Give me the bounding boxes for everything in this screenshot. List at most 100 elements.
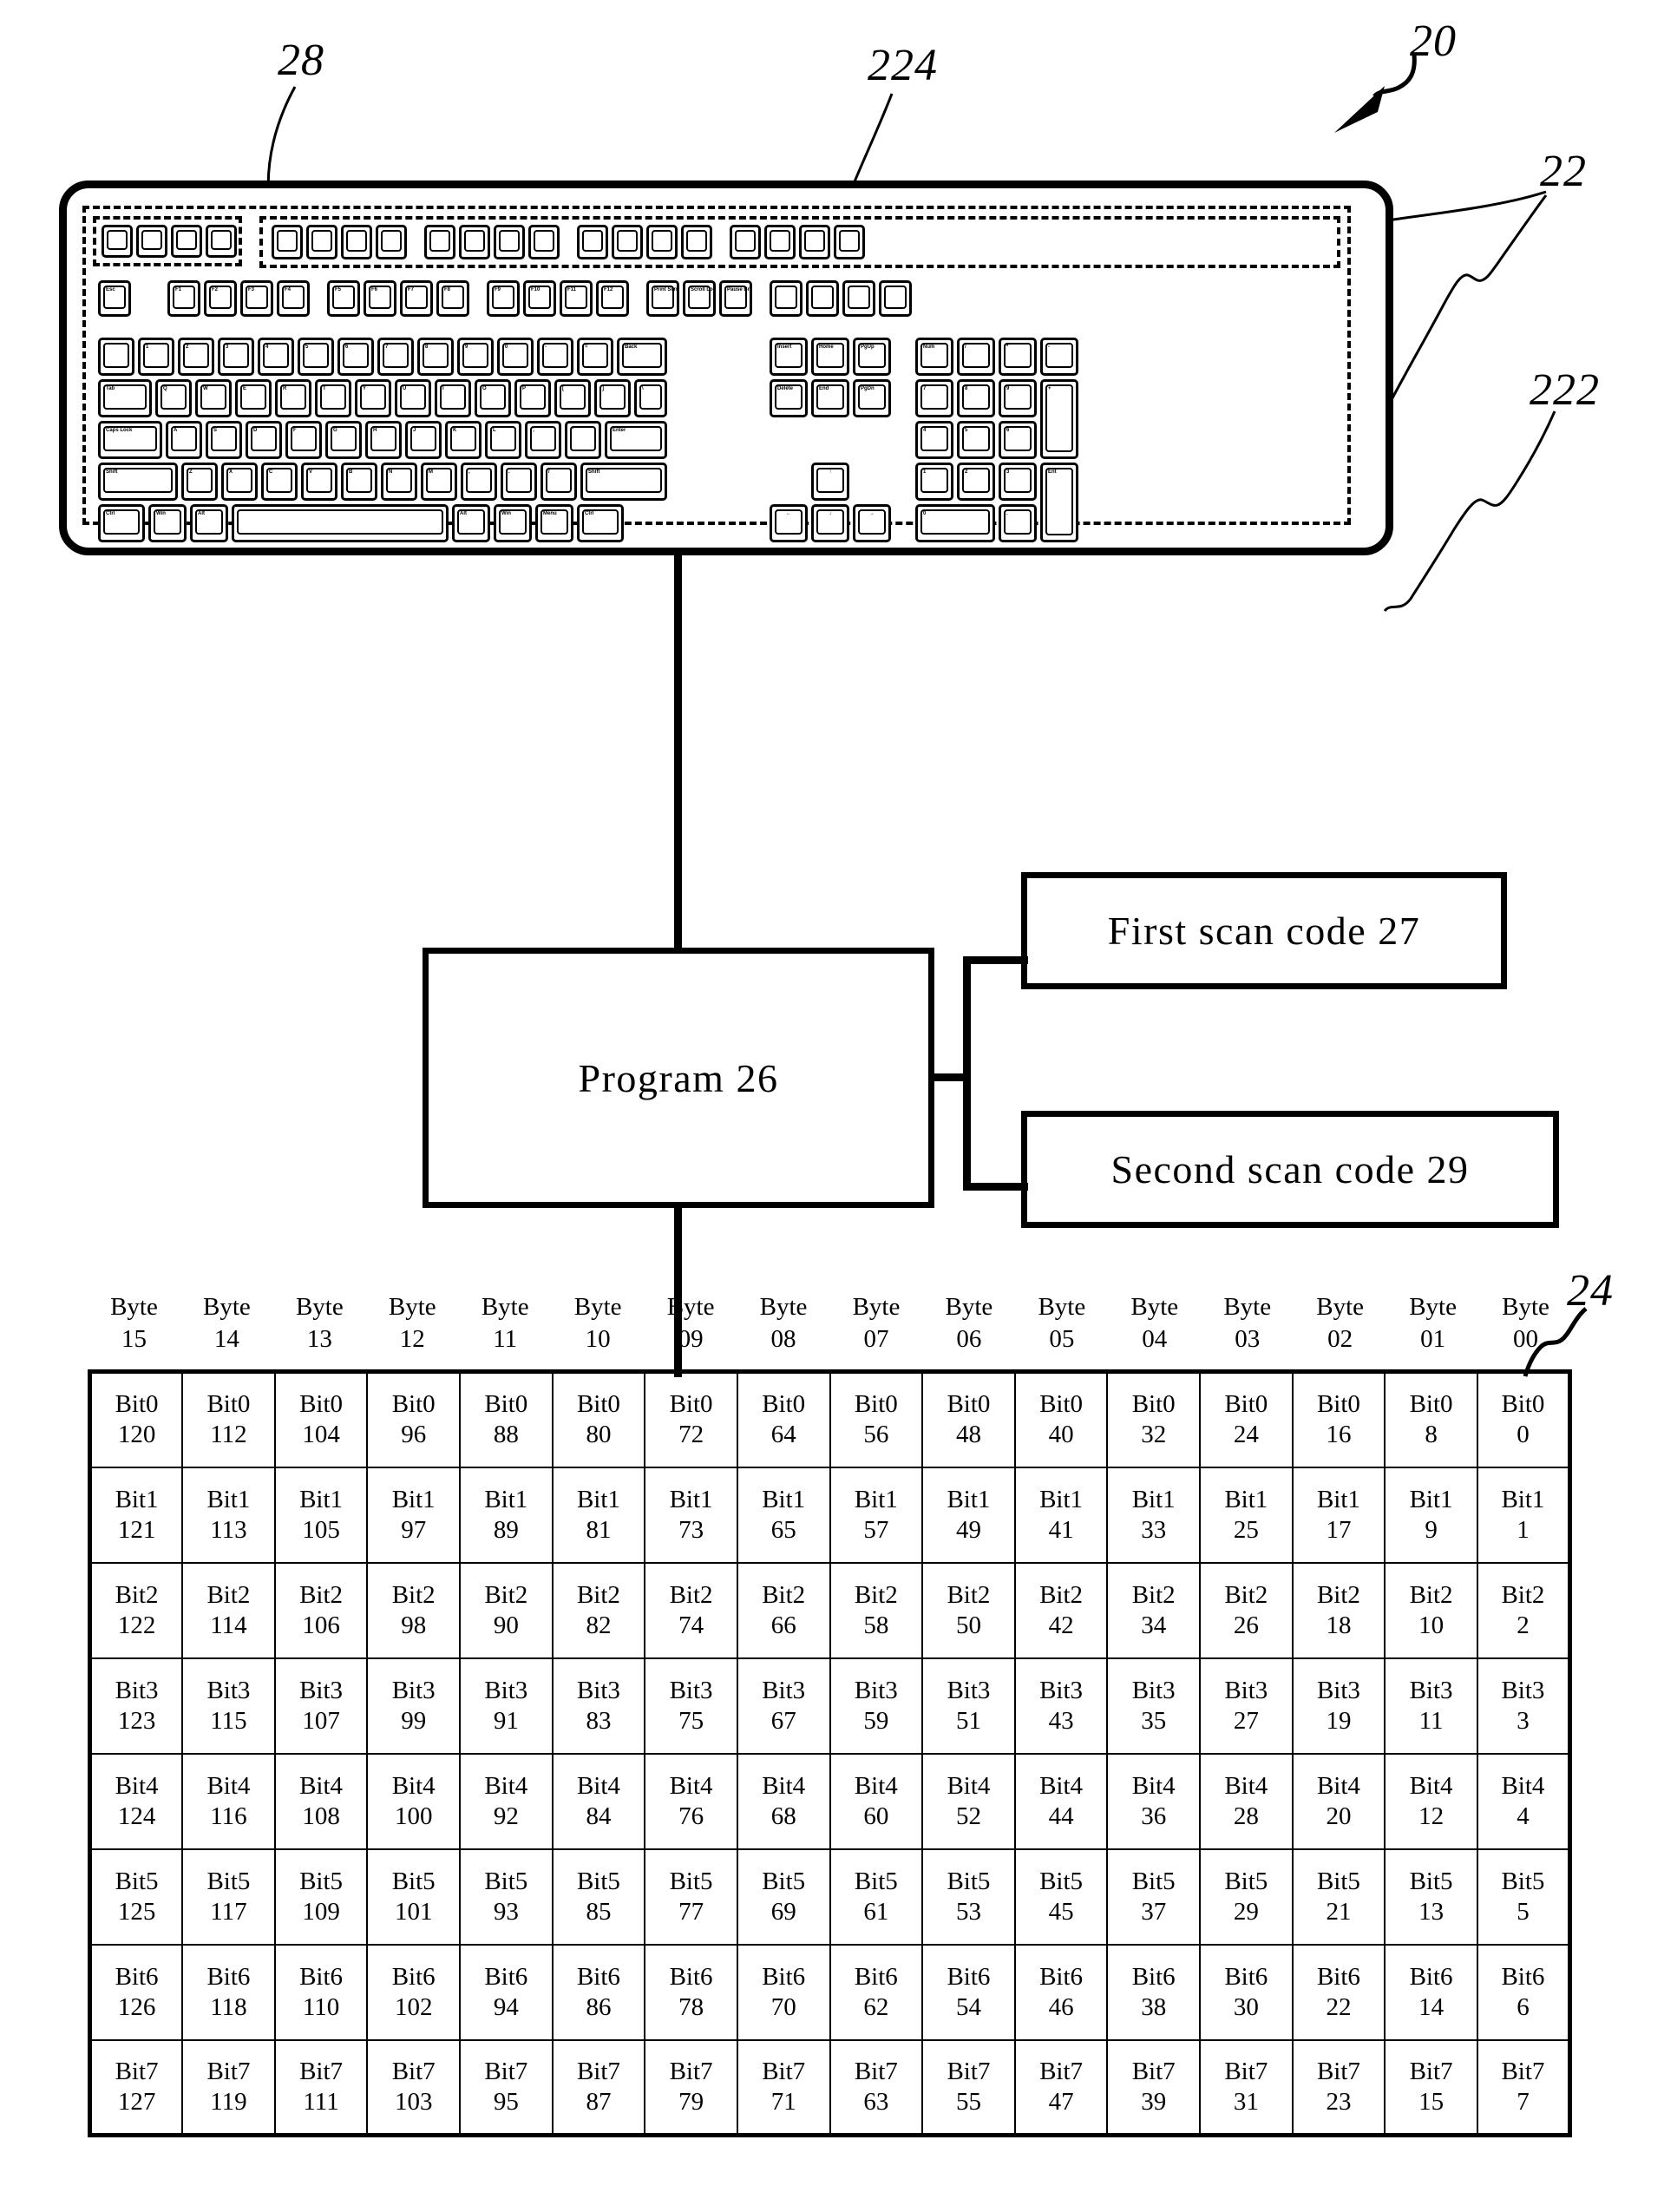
key-backspace[interactable]: Back (617, 338, 667, 376)
key-f4[interactable]: F4 (277, 280, 310, 317)
key-u[interactable]: U (395, 379, 431, 417)
key-3[interactable]: 3 (218, 338, 254, 376)
key-bracket-left[interactable]: [ (554, 379, 591, 417)
key-8[interactable]: 8 (417, 338, 454, 376)
key-t[interactable]: T (315, 379, 351, 417)
key-f6[interactable]: F6 (364, 280, 396, 317)
key-numpad-2[interactable]: 2 (957, 463, 995, 501)
fnstrip-key-3[interactable] (341, 225, 372, 259)
indicator-key-3[interactable] (171, 225, 202, 258)
key-arrow-down[interactable]: ↓ (811, 504, 849, 542)
fnright-key-2[interactable] (806, 280, 839, 317)
fnstrip-key-12[interactable] (681, 225, 712, 259)
key-q[interactable]: Q (155, 379, 192, 417)
key-f12[interactable]: F12 (596, 280, 629, 317)
key-1[interactable]: 1 (138, 338, 174, 376)
key-7[interactable]: 7 (377, 338, 414, 376)
key-j[interactable]: J (405, 421, 442, 459)
indicator-key-2[interactable] (136, 225, 167, 258)
key-comma[interactable]: , (461, 463, 497, 501)
fnstrip-key-16[interactable] (834, 225, 865, 259)
key-backslash[interactable]: \ (634, 379, 667, 417)
key-scroll-lock[interactable]: Scroll Lock (683, 280, 716, 317)
key-numpad-8[interactable]: 8 (957, 379, 995, 417)
key-escape[interactable]: Esc (98, 280, 131, 317)
key-arrow-left[interactable]: ← (770, 504, 808, 542)
key-f1[interactable]: F1 (167, 280, 200, 317)
key-numpad-6[interactable]: 6 (999, 421, 1037, 459)
key-6[interactable]: 6 (337, 338, 374, 376)
key-f8[interactable]: F8 (436, 280, 469, 317)
key-numpad-multiply[interactable]: * (999, 338, 1037, 376)
key-pause-break[interactable]: Pause Break (719, 280, 752, 317)
key-numpad-5[interactable]: 5 (957, 421, 995, 459)
key-numpad-3[interactable]: 3 (999, 463, 1037, 501)
key-h[interactable]: H (365, 421, 402, 459)
key-alt-right[interactable]: Alt (452, 504, 490, 542)
key-page-down[interactable]: PgDn (853, 379, 891, 417)
key-enter[interactable]: Enter (605, 421, 667, 459)
key-5[interactable]: 5 (298, 338, 334, 376)
key-arrow-right[interactable]: → (853, 504, 891, 542)
key-numpad-divide[interactable]: / (957, 338, 995, 376)
key-arrow-up[interactable]: ↑ (811, 463, 849, 501)
key-f9[interactable]: F9 (487, 280, 520, 317)
key-numpad-4[interactable]: 4 (915, 421, 953, 459)
key-print-screen[interactable]: Print Scrn (646, 280, 679, 317)
key-shift-left[interactable]: Shift (98, 463, 178, 501)
key-f2[interactable]: F2 (204, 280, 237, 317)
key-numpad-minus[interactable]: - (1040, 338, 1078, 376)
key-o[interactable]: O (475, 379, 511, 417)
key-bracket-right[interactable]: ] (594, 379, 631, 417)
key-numpad-9[interactable]: 9 (999, 379, 1037, 417)
key-semicolon[interactable]: ; (525, 421, 561, 459)
fnstrip-key-13[interactable] (730, 225, 761, 259)
key-f7[interactable]: F7 (400, 280, 433, 317)
key-shift-right[interactable]: Shift (580, 463, 667, 501)
fnstrip-key-14[interactable] (764, 225, 796, 259)
key-4[interactable]: 4 (258, 338, 294, 376)
key-backtick[interactable]: ` (98, 338, 134, 376)
key-quote[interactable]: ' (565, 421, 601, 459)
fnstrip-key-15[interactable] (799, 225, 830, 259)
key-equals[interactable]: = (577, 338, 613, 376)
key-x[interactable]: X (221, 463, 258, 501)
key-caps-lock[interactable]: Caps Lock (98, 421, 162, 459)
fnstrip-key-2[interactable] (306, 225, 337, 259)
key-minus[interactable]: - (537, 338, 573, 376)
key-l[interactable]: L (485, 421, 521, 459)
key-f10[interactable]: F10 (523, 280, 556, 317)
key-page-up[interactable]: PgUp (853, 338, 891, 376)
key-delete[interactable]: Delete (770, 379, 808, 417)
fnstrip-key-6[interactable] (459, 225, 490, 259)
key-numpad-1[interactable]: 1 (915, 463, 953, 501)
key-numpad-decimal[interactable]: . (999, 504, 1037, 542)
key-k[interactable]: K (445, 421, 482, 459)
key-y[interactable]: Y (355, 379, 391, 417)
key-b[interactable]: B (341, 463, 377, 501)
key-g[interactable]: G (325, 421, 362, 459)
key-period[interactable]: . (501, 463, 537, 501)
key-0[interactable]: 0 (497, 338, 534, 376)
fnstrip-key-5[interactable] (424, 225, 455, 259)
fnright-key-4[interactable] (879, 280, 912, 317)
key-ctrl-left[interactable]: Ctrl (98, 504, 145, 542)
key-c[interactable]: C (261, 463, 298, 501)
key-v[interactable]: V (301, 463, 337, 501)
key-numpad-enter[interactable]: Ent (1040, 463, 1078, 542)
key-win-left[interactable]: Win (148, 504, 187, 542)
fnstrip-key-9[interactable] (577, 225, 608, 259)
key-numpad-7[interactable]: 7 (915, 379, 953, 417)
key-menu[interactable]: Menu (535, 504, 573, 542)
key-r[interactable]: R (275, 379, 311, 417)
key-w[interactable]: W (195, 379, 232, 417)
fnstrip-key-1[interactable] (272, 225, 303, 259)
key-p[interactable]: P (514, 379, 551, 417)
fnstrip-key-11[interactable] (646, 225, 678, 259)
key-numpad-plus[interactable]: + (1040, 379, 1078, 459)
key-i[interactable]: I (435, 379, 471, 417)
fnstrip-key-10[interactable] (612, 225, 643, 259)
fnstrip-key-8[interactable] (528, 225, 560, 259)
key-f[interactable]: F (285, 421, 322, 459)
key-m[interactable]: M (421, 463, 457, 501)
